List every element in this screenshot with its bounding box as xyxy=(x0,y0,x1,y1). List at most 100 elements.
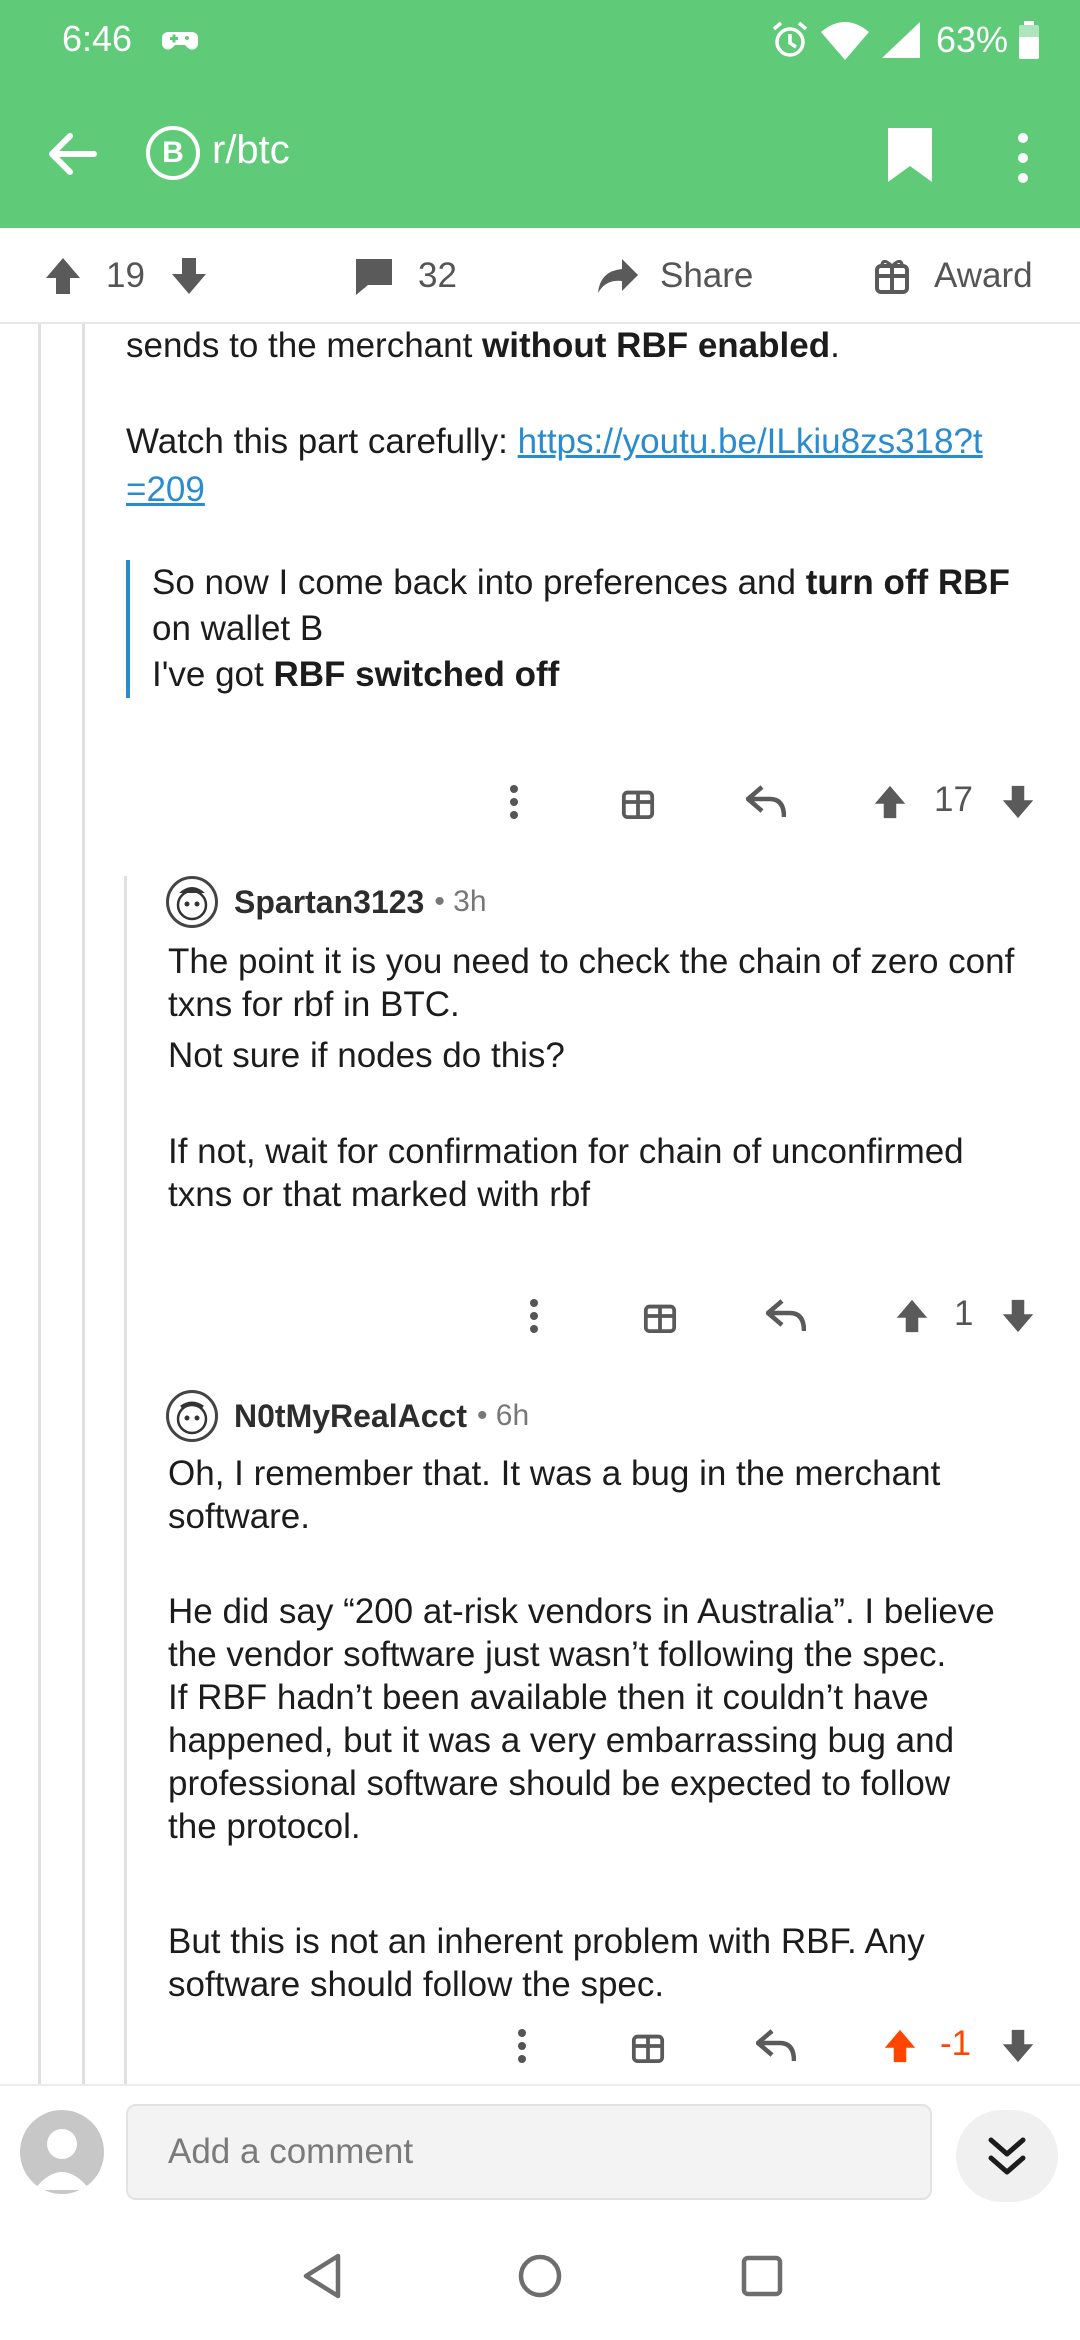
upvote-button[interactable] xyxy=(44,228,82,324)
upvote-icon xyxy=(46,258,80,294)
status-time: 6:46 xyxy=(62,18,133,59)
video-link-continued[interactable]: =209 xyxy=(126,470,205,509)
post-score: 19 xyxy=(106,256,145,295)
comment-actions: 1 xyxy=(0,1286,1080,1346)
user-avatar[interactable] xyxy=(20,2110,104,2194)
battery-percent: 63% xyxy=(935,19,1008,60)
comment-header: Spartan3123 • 3h xyxy=(166,874,487,930)
upvote-icon xyxy=(874,785,906,819)
blockquote: So now I come back into preferences and … xyxy=(126,560,1046,698)
wifi-icon xyxy=(820,22,869,60)
comment-count: 32 xyxy=(418,256,457,295)
app-header: 6:46 63% B r/btc xyxy=(0,0,1080,228)
comment-icon xyxy=(356,259,392,295)
thread-line xyxy=(82,324,85,2084)
bookmark-icon[interactable] xyxy=(886,126,934,184)
comment-text: The point it is you need to check the ch… xyxy=(168,942,1015,1024)
comment-text: If not, wait for confirmation for chain … xyxy=(168,1132,964,1214)
comment-thread: sends to the merchant without RBF enable… xyxy=(0,324,1080,2084)
toolbar: B r/btc xyxy=(0,104,1080,200)
nav-back-icon xyxy=(303,2253,341,2299)
comments-button[interactable]: 32 xyxy=(354,228,457,324)
downvote-icon xyxy=(172,258,206,294)
comment-text: =209 xyxy=(126,468,205,511)
video-link[interactable]: https://youtu.be/ILkiu8zs318?t xyxy=(518,422,983,461)
comment-time: • 3h xyxy=(434,885,487,918)
add-comment-input[interactable]: Add a comment xyxy=(126,2104,932,2200)
more-vertical-icon xyxy=(518,2029,526,2063)
game-controller-icon xyxy=(162,32,198,50)
comment-award-button[interactable] xyxy=(628,2016,668,2076)
thread-line xyxy=(124,876,127,2084)
comment-more-button[interactable] xyxy=(496,772,532,832)
comment-downvote-button[interactable] xyxy=(998,772,1038,832)
share-icon xyxy=(598,259,638,293)
comment-award-button[interactable] xyxy=(640,1286,680,1346)
reply-button[interactable] xyxy=(744,772,788,832)
upvote-icon xyxy=(896,1299,928,1333)
nav-home-icon xyxy=(518,2254,562,2298)
reply-icon xyxy=(766,1299,806,1332)
downvote-icon xyxy=(1002,785,1034,819)
downvote-button[interactable] xyxy=(170,228,208,324)
award-button[interactable]: Award xyxy=(874,228,1033,324)
subreddit-name[interactable]: r/btc xyxy=(212,128,290,173)
comment-text: But this is not an inherent problem with… xyxy=(168,1922,925,2004)
comment-score: 17 xyxy=(934,780,973,819)
avatar[interactable] xyxy=(166,1390,218,1442)
comment-actions: -1 xyxy=(0,2016,1080,2076)
nav-recents-icon xyxy=(741,2255,783,2297)
double-chevron-down-icon xyxy=(988,2137,1026,2175)
comment-text: sends to the merchant without RBF enable… xyxy=(126,326,840,365)
comment-time: • 6h xyxy=(476,1399,530,1432)
upvote-icon-active xyxy=(884,2029,916,2063)
collapse-comments-button[interactable] xyxy=(956,2110,1058,2202)
reply-button[interactable] xyxy=(754,2016,798,2076)
comment-author[interactable]: Spartan3123 xyxy=(234,884,424,921)
comment-award-button[interactable] xyxy=(618,772,658,832)
thread-line xyxy=(38,324,41,2084)
comment-author[interactable]: N0tMyRealAcct xyxy=(234,1398,467,1435)
nav-home-button[interactable] xyxy=(510,2246,570,2306)
comment-composer-bar: Add a comment xyxy=(0,2084,1080,2216)
comment-upvote-button[interactable] xyxy=(880,2016,920,2076)
downvote-icon xyxy=(1002,1299,1034,1333)
alarm-icon xyxy=(772,21,808,57)
gift-icon xyxy=(621,790,655,819)
comment-text: He did say “200 at-risk vendors in Austr… xyxy=(168,1592,995,1846)
nav-recents-button[interactable] xyxy=(732,2246,792,2306)
snoo-avatar-icon xyxy=(176,887,208,921)
more-options-icon[interactable] xyxy=(1008,130,1038,186)
back-arrow-icon[interactable] xyxy=(44,126,100,182)
award-label: Award xyxy=(934,256,1033,295)
subreddit-icon[interactable]: B xyxy=(146,126,200,180)
nav-back-button[interactable] xyxy=(292,2246,352,2306)
comment-text: Not sure if nodes do this? xyxy=(168,1036,565,1075)
comment-more-button[interactable] xyxy=(516,1286,552,1346)
battery-icon xyxy=(1019,21,1039,59)
status-icons: 63% xyxy=(770,18,1040,62)
comment-text: Watch this part carefully: https://youtu… xyxy=(126,422,983,461)
bitcoin-symbol: B xyxy=(162,136,184,169)
avatar[interactable] xyxy=(166,876,218,928)
post-action-bar: 19 32 Share Award xyxy=(0,228,1080,324)
user-silhouette-icon xyxy=(34,2129,90,2190)
reply-button[interactable] xyxy=(764,1286,808,1346)
share-button[interactable]: Share xyxy=(596,228,753,324)
comment-upvote-button[interactable] xyxy=(892,1286,932,1346)
signal-icon xyxy=(881,22,920,58)
comment-text: Oh, I remember that. It was a bug in the… xyxy=(168,1454,941,1536)
snoo-avatar-icon xyxy=(176,1401,208,1435)
more-vertical-icon xyxy=(510,785,518,819)
share-label: Share xyxy=(660,256,754,295)
comment-downvote-button[interactable] xyxy=(998,2016,1038,2076)
comment-more-button[interactable] xyxy=(504,2016,540,2076)
downvote-icon xyxy=(1002,2029,1034,2063)
comment-upvote-button[interactable] xyxy=(870,772,910,832)
gift-icon xyxy=(631,2034,665,2063)
gift-icon xyxy=(875,259,909,294)
status-bar: 6:46 63% xyxy=(0,0,1080,80)
comment-actions: 17 xyxy=(0,772,1080,832)
gift-icon xyxy=(643,1304,677,1333)
comment-downvote-button[interactable] xyxy=(998,1286,1038,1346)
